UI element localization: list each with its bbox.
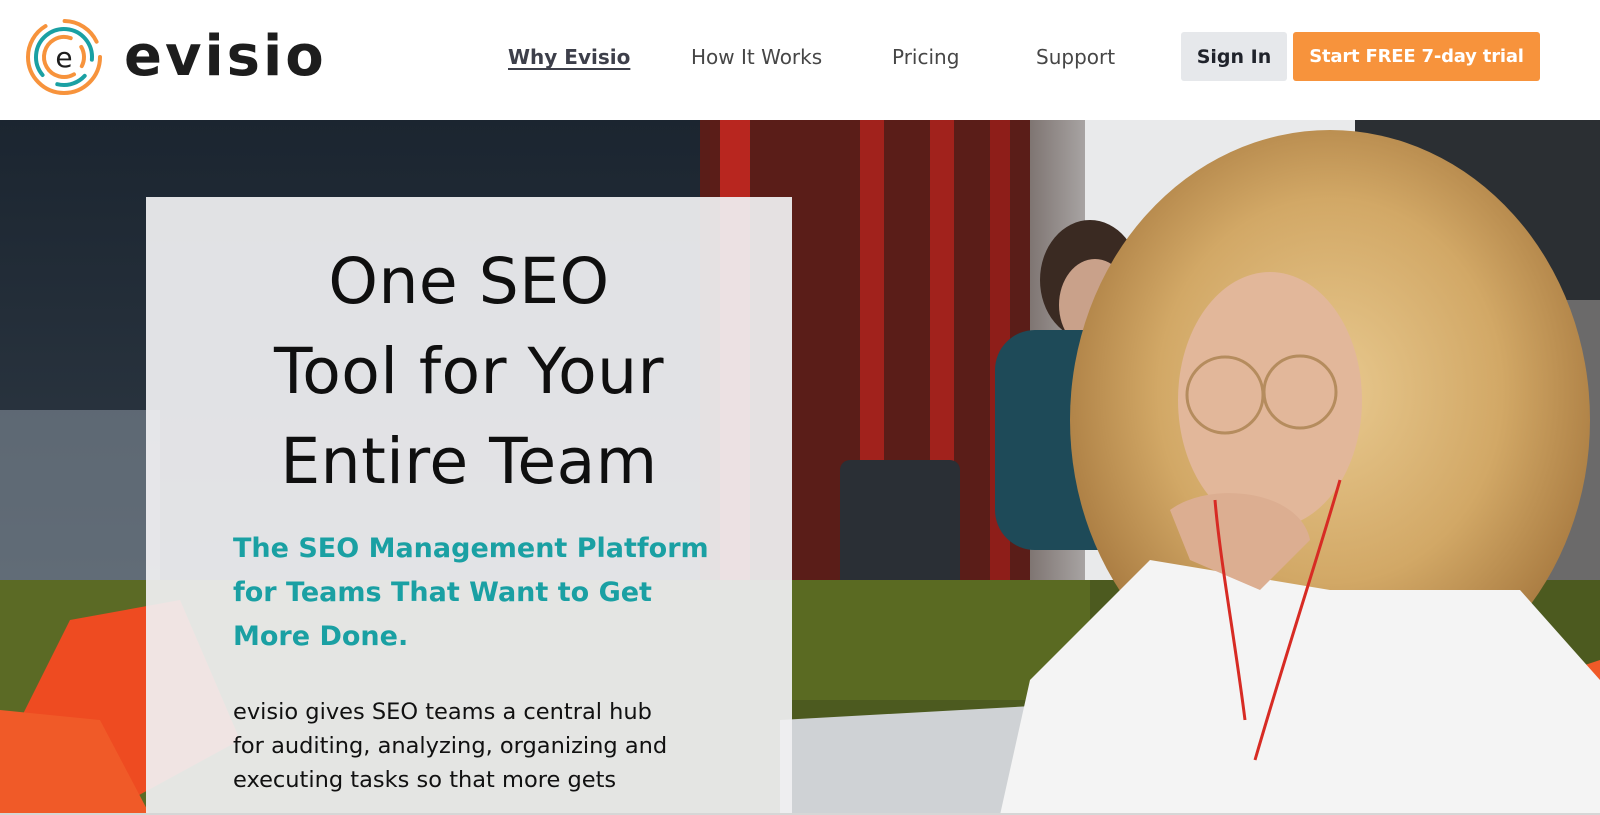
hero-section: One SEO Tool for Your Entire Team The SE… bbox=[0, 120, 1600, 815]
sign-in-button[interactable]: Sign In bbox=[1181, 32, 1287, 81]
headline-line: One SEO bbox=[328, 245, 610, 318]
hero-headline: One SEO Tool for Your Entire Team bbox=[146, 237, 792, 507]
headline-line: Tool for Your bbox=[273, 335, 665, 408]
subhead-line: More Done. bbox=[233, 621, 409, 652]
hero-description: evisio gives SEO teams a central hub for… bbox=[233, 695, 753, 797]
subhead-line: for Teams That Want to Get bbox=[233, 577, 652, 608]
start-trial-button[interactable]: Start FREE 7-day trial bbox=[1293, 32, 1540, 81]
headline-line: Entire Team bbox=[280, 425, 658, 498]
nav-why-evisio[interactable]: Why Evisio bbox=[508, 44, 630, 70]
nav-how-it-works[interactable]: How It Works bbox=[691, 44, 822, 70]
subhead-line: The SEO Management Platform bbox=[233, 533, 709, 564]
description-line: evisio gives SEO teams a central hub bbox=[233, 699, 652, 725]
nav-support[interactable]: Support bbox=[1036, 44, 1115, 70]
description-line: executing tasks so that more gets bbox=[233, 767, 617, 793]
site-header: e evisio Why Evisio How It Works Pricing… bbox=[0, 0, 1600, 120]
hero-subheadline: The SEO Management Platform for Teams Th… bbox=[233, 527, 733, 659]
nav-pricing[interactable]: Pricing bbox=[892, 44, 959, 70]
description-line: for auditing, analyzing, organizing and bbox=[233, 733, 668, 759]
hero-text-panel: One SEO Tool for Your Entire Team The SE… bbox=[146, 197, 792, 815]
